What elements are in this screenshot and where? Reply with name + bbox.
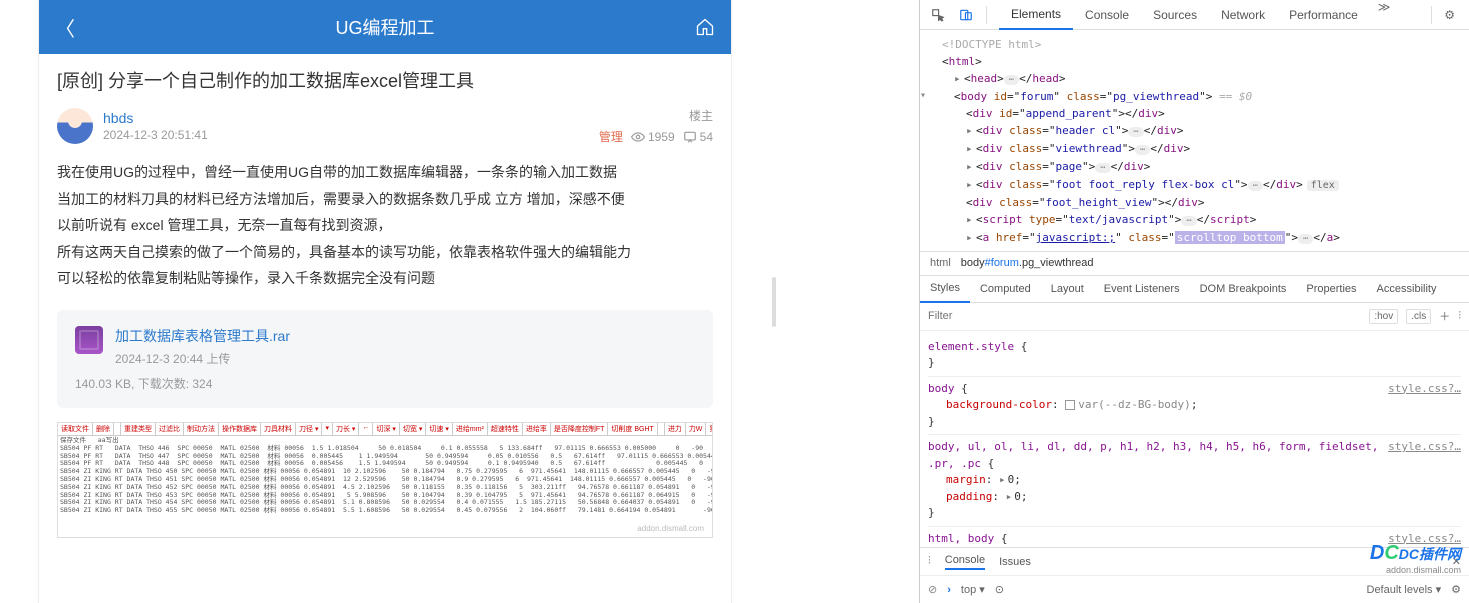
splitter-handle-icon [772, 277, 776, 327]
content-line: 以前听说有 excel 管理工具，无奈一直每有找到资源， [57, 212, 713, 239]
styles-tab-dombreakpoints[interactable]: DOM Breakpoints [1190, 275, 1297, 303]
console-prompt-icon: › [947, 584, 951, 596]
attachment-box: 加工数据库表格管理工具.rar 2024-12-3 20:44 上传 140.0… [57, 310, 713, 408]
close-drawer-icon[interactable]: ✕ [1452, 555, 1461, 568]
home-icon[interactable] [695, 17, 715, 37]
comment-icon [683, 130, 697, 144]
rar-icon [75, 326, 103, 354]
drawer-tab-issues[interactable]: Issues [999, 556, 1031, 568]
styles-filter-input[interactable] [928, 310, 1361, 322]
tree-line[interactable]: <div class="viewthread">⋯</div> [930, 140, 1459, 158]
context-selector[interactable]: top ▾ [961, 583, 985, 596]
tree-line[interactable]: <div class="page">⋯</div> [930, 158, 1459, 176]
post-title: [原创] 分享一个自己制作的加工数据库excel管理工具 [57, 68, 713, 95]
crumb-html[interactable]: html [930, 257, 951, 269]
console-settings-icon[interactable]: ⚙ [1451, 583, 1461, 596]
tab-network[interactable]: Network [1209, 0, 1277, 30]
console-filter-icon[interactable]: ⊙ [995, 583, 1004, 596]
avatar[interactable] [57, 108, 93, 144]
content-line: 当加工的材料刀具的材料已经方法增加后，需要录入的数据条数几乎成 立方 增加，深感… [57, 186, 713, 213]
tree-line[interactable]: <script type="text/javascript">⋯</script… [930, 211, 1459, 229]
post-timestamp: 2024-12-3 20:51:41 [103, 128, 589, 142]
attachment-uploaded: 2024-12-3 20:44 上传 [115, 350, 290, 367]
tree-line[interactable]: <div class="header cl">⋯</div> [930, 122, 1459, 140]
username-link[interactable]: hbds [103, 110, 589, 126]
tree-line[interactable]: <div class="foot_height_view"></div> [930, 194, 1459, 211]
replies-stat: 54 [683, 130, 713, 144]
console-input[interactable] [1014, 582, 1357, 597]
drawer-tab-console[interactable]: Console [945, 554, 985, 570]
attachment-link[interactable]: 加工数据库表格管理工具.rar [115, 326, 290, 346]
post-content: 我在使用UG的过程中，曾经一直使用UG自带的加工数据库编辑器，一条条的输入加工数… [57, 159, 713, 292]
add-rule-icon[interactable]: ＋ [1439, 308, 1450, 324]
tab-sources[interactable]: Sources [1141, 0, 1209, 30]
console-drawer-toggle-icon[interactable]: ⫶ [928, 555, 931, 568]
page-title: UG编程加工 [336, 14, 435, 40]
devtools-panel: Elements Console Sources Network Perform… [919, 0, 1469, 603]
content-line: 可以轻松的依靠复制粘贴等操作，录入千条数据完全没有问题 [57, 265, 713, 292]
splitter[interactable] [770, 0, 778, 603]
elements-tree[interactable]: <!DOCTYPE html> <html> <head>⋯</head> <b… [920, 30, 1469, 251]
device-toggle-icon[interactable] [954, 3, 978, 27]
styles-tab-accessibility[interactable]: Accessibility [1367, 275, 1447, 303]
content-line: 所有这两天自己摸索的做了一个简易的，具备基本的读写功能，依靠表格软件强大的编辑能… [57, 239, 713, 266]
tree-line[interactable]: <div class="foot foot_reply flex-box cl"… [930, 176, 1459, 194]
watermark-text: addon.dismall.com [637, 524, 704, 533]
styles-tab-styles[interactable]: Styles [920, 275, 970, 303]
content-line: 我在使用UG的过程中，曾经一直使用UG自带的加工数据库编辑器，一条条的输入加工数… [57, 159, 713, 186]
tabs-more-icon[interactable]: ≫ [1370, 0, 1399, 30]
crumb-body[interactable]: body#forum.pg_viewthread [961, 257, 1094, 269]
console-input-row: ⊘ › top ▾ ⊙ Default levels ▾ ⚙ DCDC插件网 a… [920, 575, 1469, 603]
head-line[interactable]: <head>⋯</head> [930, 70, 1459, 88]
styles-more-icon[interactable]: ⫶ [1458, 310, 1461, 323]
inspect-icon[interactable] [926, 3, 950, 27]
console-clear-icon[interactable]: ⊘ [928, 583, 937, 596]
breadcrumb[interactable]: html body#forum.pg_viewthread [920, 251, 1469, 275]
cls-toggle[interactable]: .cls [1406, 309, 1431, 324]
body-line-selected[interactable]: <body id="forum" class="pg_viewthread"> … [930, 88, 1459, 105]
floor-label: 楼主 [599, 107, 713, 124]
styles-tab-properties[interactable]: Properties [1296, 275, 1366, 303]
attachment-info: 140.03 KB, 下载次数: 324 [75, 375, 695, 392]
tree-line[interactable]: <a href="javascript:;" class="scrolltop … [930, 229, 1459, 247]
styles-tab-computed[interactable]: Computed [970, 275, 1041, 303]
tab-console[interactable]: Console [1073, 0, 1141, 30]
manage-link[interactable]: 管理 [599, 128, 623, 145]
excel-screenshot: 读取文件删除重建类型过滤比制动方法操作数据库刀具材料刀径 ▾▾刀长 ▾←切深 ▾… [57, 422, 713, 538]
views-count: 1959 [648, 130, 675, 144]
doctype-line: <!DOCTYPE html> [930, 36, 1459, 53]
settings-icon[interactable]: ⚙ [1436, 8, 1463, 22]
views-stat: 1959 [631, 130, 675, 144]
styles-body[interactable]: element.style { } body {style.css?… back… [920, 331, 1469, 548]
html-open[interactable]: <html> [930, 53, 1459, 70]
tab-elements[interactable]: Elements [999, 0, 1073, 30]
eye-icon [631, 130, 645, 144]
back-icon[interactable]: 〈 [55, 13, 75, 42]
hov-toggle[interactable]: :hov [1369, 309, 1398, 324]
styles-tab-eventlisteners[interactable]: Event Listeners [1094, 275, 1190, 303]
levels-selector[interactable]: Default levels ▾ [1367, 583, 1442, 596]
tab-performance[interactable]: Performance [1277, 0, 1370, 30]
tree-line[interactable]: <div id="append_parent"></div> [930, 105, 1459, 122]
mobile-header: 〈 UG编程加工 [39, 0, 731, 54]
styles-tab-layout[interactable]: Layout [1041, 275, 1094, 303]
replies-count: 54 [700, 130, 713, 144]
